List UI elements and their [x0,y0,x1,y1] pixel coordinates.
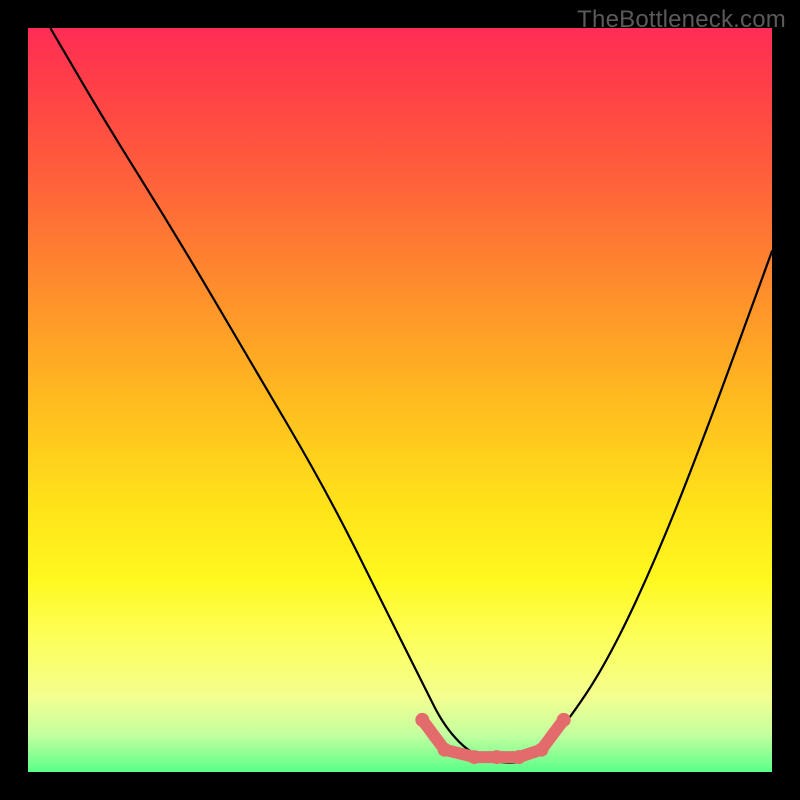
marker-dot [438,743,452,757]
marker-dot [415,713,429,727]
plot-svg [28,28,772,772]
bottom-marker-band [415,713,570,764]
marker-dot [467,750,481,764]
marker-dot [534,743,548,757]
chart-frame: TheBottleneck.com [0,0,800,800]
plot-area [28,28,772,772]
watermark-text: TheBottleneck.com [577,6,786,34]
marker-dot [490,750,504,764]
marker-dot [512,750,526,764]
marker-dot [557,713,571,727]
performance-curve [50,28,772,763]
